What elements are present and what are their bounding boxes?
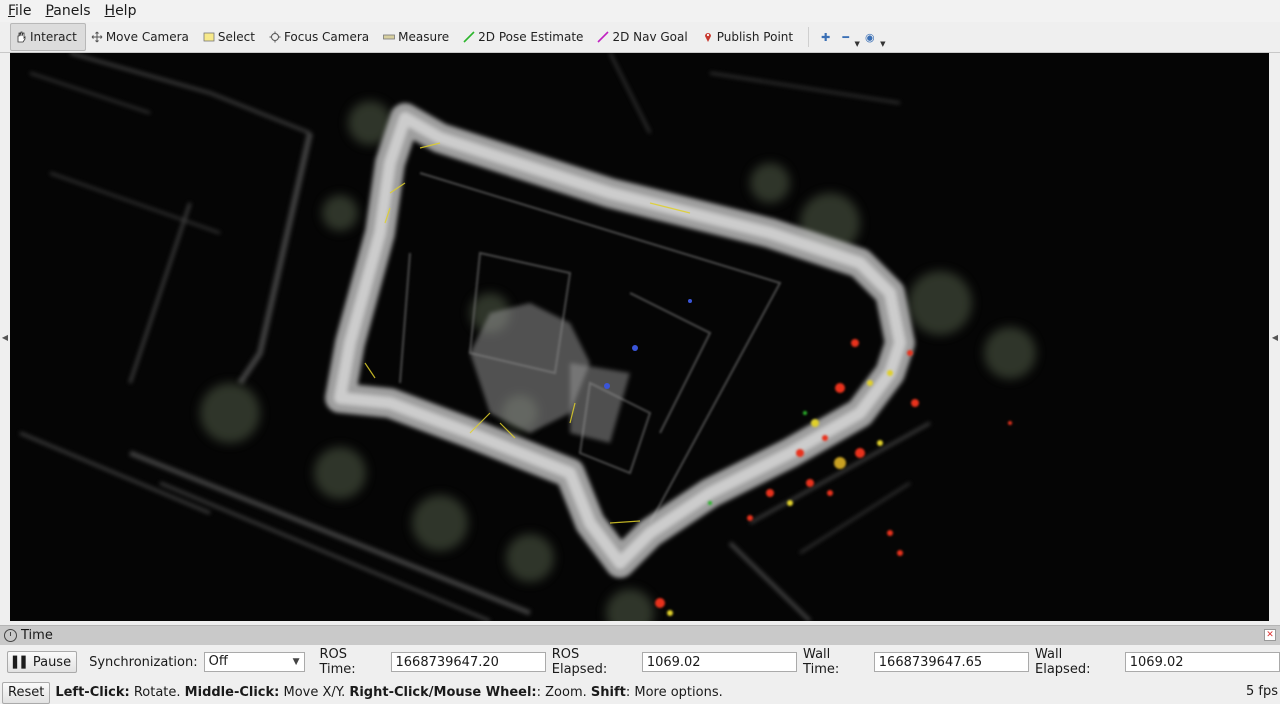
- eye-icon: ◉: [864, 30, 875, 44]
- plus-icon: ✚: [821, 30, 831, 44]
- tool-move-camera[interactable]: Move Camera: [86, 23, 198, 51]
- chevron-left-icon: ◀: [1271, 332, 1279, 342]
- render-panel: ◀ ◀: [0, 53, 1280, 621]
- time-panel-title: Time: [21, 628, 53, 643]
- tool-measure[interactable]: Measure: [378, 23, 458, 51]
- tool-focus-camera[interactable]: Focus Camera: [264, 23, 378, 51]
- menu-help[interactable]: Help: [97, 3, 143, 19]
- wall-elapsed-field[interactable]: 1069.02: [1124, 652, 1280, 672]
- left-dock-handle[interactable]: ◀: [0, 53, 10, 621]
- measure-icon: [383, 31, 396, 43]
- point-cloud-render: [10, 53, 1269, 621]
- pose-estimate-icon: [463, 31, 475, 43]
- time-panel: ▌▌ Pause Synchronization: Off ▼ ROS Time…: [0, 647, 1280, 677]
- ros-time-field[interactable]: 1668739647.20: [390, 652, 546, 672]
- fps-readout: 5 fps: [1245, 684, 1278, 699]
- sync-label: Synchronization:: [89, 654, 198, 670]
- toolbar-separator: [808, 27, 810, 47]
- reset-button[interactable]: Reset: [2, 681, 51, 704]
- ros-elapsed-field[interactable]: 1069.02: [641, 652, 798, 672]
- pause-button[interactable]: ▌▌ Pause: [6, 651, 78, 673]
- ros-elapsed-label: ROS Elapsed:: [551, 647, 608, 677]
- chevron-down-icon: ▼: [292, 657, 300, 667]
- pause-icon: ▌▌: [12, 655, 30, 669]
- ros-time-label: ROS Time:: [319, 647, 356, 677]
- tool-bar: Interact Move Camera Select Focus Camera…: [0, 22, 1280, 53]
- minus-icon: ━: [842, 30, 849, 44]
- status-bar: Reset Left-Click: Rotate. Middle-Click: …: [0, 681, 1280, 704]
- chevron-down-icon: ▼: [880, 40, 886, 48]
- menu-bar: File Panels Help: [0, 0, 1280, 22]
- hand-icon: [15, 31, 27, 43]
- tool-select[interactable]: Select: [198, 23, 264, 51]
- tool-visibility-button[interactable]: ◉ ▼: [859, 24, 886, 50]
- tool-publish-point[interactable]: Publish Point: [697, 23, 802, 51]
- move-camera-icon: [91, 31, 103, 43]
- tool-2d-nav-goal[interactable]: 2D Nav Goal: [592, 23, 696, 51]
- sync-select[interactable]: Off ▼: [203, 652, 306, 672]
- close-panel-icon[interactable]: ✕: [1264, 629, 1276, 641]
- status-hint: Left-Click: Rotate. Middle-Click: Move X…: [55, 685, 723, 700]
- remove-tool-button[interactable]: ━ ▼: [836, 24, 860, 50]
- menu-file[interactable]: File: [0, 3, 37, 19]
- add-tool-button[interactable]: ✚: [815, 24, 836, 50]
- chevron-left-icon: ◀: [1, 332, 9, 342]
- focus-camera-icon: [269, 31, 281, 43]
- right-dock-handle[interactable]: ◀: [1270, 53, 1280, 621]
- menu-panels[interactable]: Panels: [37, 3, 96, 19]
- time-panel-header: Time ✕: [0, 625, 1280, 645]
- tool-interact[interactable]: Interact: [10, 23, 86, 51]
- select-icon: [203, 31, 215, 43]
- nav-goal-icon: [597, 31, 610, 43]
- wall-elapsed-label: Wall Elapsed:: [1035, 647, 1091, 677]
- wall-time-label: Wall Time:: [803, 647, 840, 677]
- 3d-viewport[interactable]: [10, 53, 1269, 621]
- tool-2d-pose-estimate[interactable]: 2D Pose Estimate: [458, 23, 592, 51]
- publish-point-icon: [702, 31, 714, 43]
- wall-time-field[interactable]: 1668739647.65: [873, 652, 1030, 672]
- clock-icon: [4, 629, 17, 642]
